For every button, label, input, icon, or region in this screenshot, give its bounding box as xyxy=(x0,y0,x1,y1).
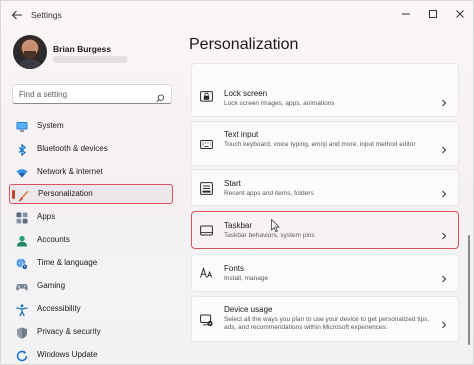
accessibility-icon xyxy=(16,303,28,317)
sidebar-item-label: Gaming xyxy=(37,281,66,290)
sidebar-item-bluetooth[interactable]: Bluetooth & devices xyxy=(9,139,173,159)
sidebar-item-label: Time & language xyxy=(37,258,98,267)
search-icon[interactable] xyxy=(156,90,165,103)
sidebar-item-label: Network & internet xyxy=(37,167,103,176)
chevron-right-icon xyxy=(440,185,448,198)
chevron-right-icon xyxy=(440,227,448,240)
sidebar-item-label: System xyxy=(37,121,64,130)
taskbar-icon xyxy=(200,224,213,237)
minimize-icon[interactable] xyxy=(395,5,417,23)
card-title: Fonts xyxy=(224,264,245,273)
card-description: Taskbar behaviors, system pins xyxy=(224,232,315,239)
card-description: Touch keyboard, voice typing, emoji and … xyxy=(224,141,416,148)
device-usage-icon xyxy=(200,314,213,327)
card-lock-screen[interactable]: Lock screen Lock screen images, apps, an… xyxy=(191,63,459,117)
keyboard-icon xyxy=(200,138,213,151)
user-name: Brian Burgess xyxy=(53,44,112,54)
chevron-right-icon xyxy=(440,316,448,329)
card-title: Taskbar xyxy=(224,221,253,230)
card-description: Lock screen images, apps, animations xyxy=(224,100,335,107)
selection-indicator xyxy=(12,190,15,199)
close-icon[interactable] xyxy=(449,5,471,23)
card-taskbar[interactable]: Taskbar Taskbar behaviors, system pins xyxy=(191,211,459,249)
paintbrush-icon xyxy=(17,189,29,202)
card-device-usage[interactable]: Device usage Select all the ways you pla… xyxy=(191,296,459,342)
card-description: Recent apps and items, folders xyxy=(224,190,314,197)
monitor-icon xyxy=(16,120,28,132)
sidebar-item-label: Privacy & security xyxy=(37,327,101,336)
back-arrow-icon[interactable] xyxy=(9,7,25,23)
card-title: Lock screen xyxy=(224,89,268,98)
sidebar-item-label: Windows Update xyxy=(37,350,98,359)
sidebar-item-label: Apps xyxy=(37,212,56,221)
maximize-icon[interactable] xyxy=(422,5,444,23)
update-icon xyxy=(16,349,28,362)
sidebar-item-label: Personalization xyxy=(38,189,93,198)
sidebar-item-personalization[interactable]: Personalization xyxy=(9,184,173,204)
page-title: Personalization xyxy=(189,36,299,53)
sidebar-item-apps[interactable]: Apps xyxy=(9,207,173,227)
sidebar-item-label: Bluetooth & devices xyxy=(37,144,108,153)
sidebar-item-windows-update[interactable]: Windows Update xyxy=(9,345,173,364)
gamepad-icon xyxy=(16,280,28,292)
card-fonts[interactable]: Fonts Install, manage xyxy=(191,254,459,292)
person-icon xyxy=(16,234,28,247)
window-title: Settings xyxy=(31,10,62,20)
sidebar-item-accessibility[interactable]: Accessibility xyxy=(9,299,173,319)
card-description: Select all the ways you plan to use your… xyxy=(224,316,430,332)
sidebar-item-accounts[interactable]: Accounts xyxy=(9,230,173,250)
sidebar-item-privacy[interactable]: Privacy & security xyxy=(9,322,173,342)
lock-screen-icon xyxy=(200,91,213,104)
card-title: Start xyxy=(224,179,241,188)
card-title: Text input xyxy=(224,130,259,139)
chevron-right-icon xyxy=(440,270,448,283)
sidebar-item-label: Accessibility xyxy=(37,304,81,313)
settings-window: Settings Brian Burgess System Bluetoot xyxy=(0,0,474,365)
chevron-right-icon xyxy=(440,94,448,107)
apps-grid-icon xyxy=(16,211,28,224)
chevron-right-icon xyxy=(440,141,448,154)
card-description: Install, manage xyxy=(224,275,269,282)
user-email-redacted xyxy=(53,56,127,63)
card-text-input[interactable]: Text input Touch keyboard, voice typing,… xyxy=(191,121,459,166)
scrollbar[interactable] xyxy=(468,235,470,345)
globe-clock-icon xyxy=(16,257,28,270)
shield-icon xyxy=(16,326,28,339)
sidebar-item-gaming[interactable]: Gaming xyxy=(9,276,173,296)
sidebar-item-time-language[interactable]: Time & language xyxy=(9,253,173,273)
bluetooth-icon xyxy=(16,143,28,157)
sidebar-item-system[interactable]: System xyxy=(9,116,173,136)
start-menu-icon xyxy=(200,182,213,195)
search-input[interactable] xyxy=(19,89,149,100)
fonts-icon xyxy=(200,266,213,280)
sidebar-item-label: Accounts xyxy=(37,235,70,244)
wifi-icon xyxy=(16,166,28,178)
title-bar: Settings xyxy=(1,1,473,29)
card-start[interactable]: Start Recent apps and items, folders xyxy=(191,169,459,206)
mouse-cursor-icon xyxy=(271,218,280,233)
sidebar-item-network[interactable]: Network & internet xyxy=(9,162,173,182)
avatar[interactable] xyxy=(13,35,47,69)
card-title: Device usage xyxy=(224,305,273,314)
search-box[interactable] xyxy=(12,84,172,104)
